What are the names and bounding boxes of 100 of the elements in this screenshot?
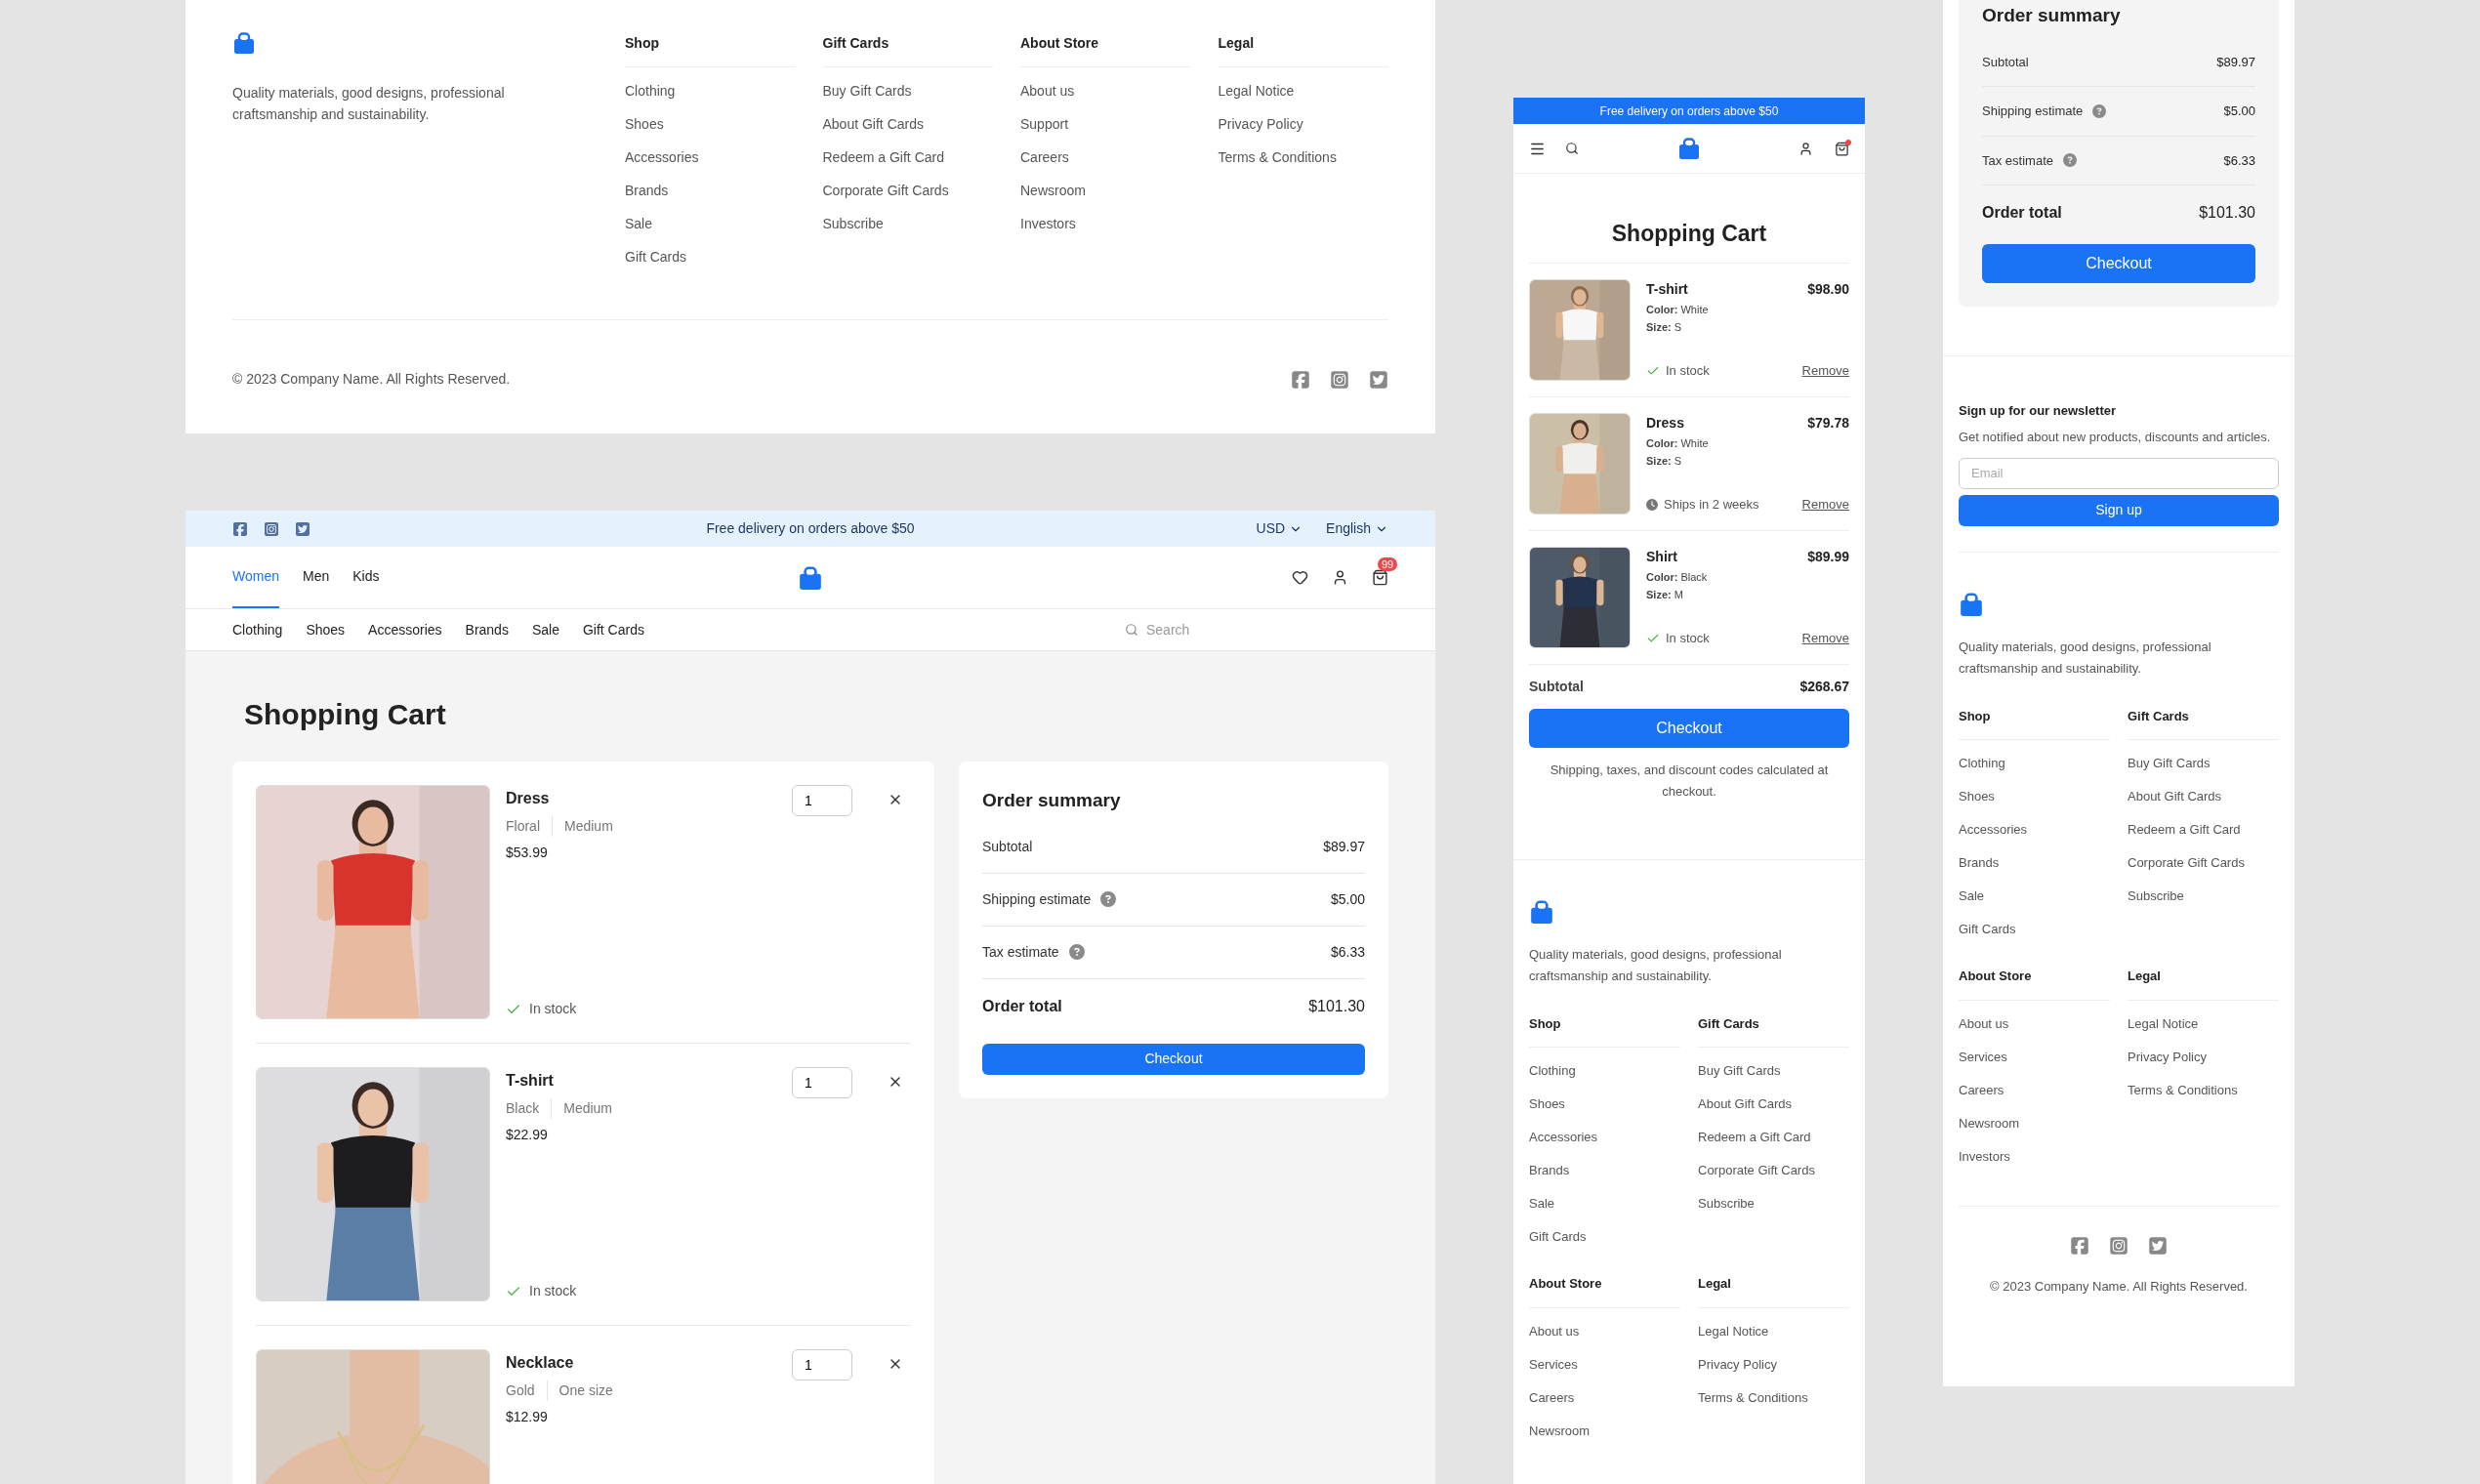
footer-link[interactable]: Redeem a Gift Card [1698, 1128, 1811, 1147]
category-link[interactable]: Gift Cards [582, 619, 644, 640]
footer-link[interactable]: Gift Cards [1529, 1227, 1587, 1247]
bag-icon[interactable] [1372, 569, 1388, 586]
footer-link[interactable]: Investors [1020, 214, 1076, 233]
product-name[interactable]: T-shirt [506, 1069, 613, 1092]
footer-link[interactable]: About us [1959, 1013, 2009, 1034]
logo-icon[interactable] [1677, 137, 1701, 160]
twitter-icon[interactable] [1369, 369, 1388, 390]
help-icon[interactable] [1100, 891, 1117, 907]
category-link[interactable]: Brands [465, 619, 509, 640]
instagram-icon[interactable] [264, 520, 279, 537]
footer-link[interactable]: Gift Cards [625, 247, 686, 267]
product-name[interactable]: Dress [1646, 412, 1684, 433]
logo-icon[interactable] [1959, 591, 1984, 617]
sign-up-button[interactable]: Sign up [1959, 494, 2279, 526]
footer-link[interactable]: Terms & Conditions [1218, 147, 1337, 167]
instagram-icon[interactable] [2109, 1235, 2129, 1256]
footer-link[interactable]: Clothing [625, 81, 676, 101]
bag-icon[interactable] [1835, 141, 1849, 156]
footer-link[interactable]: Legal Notice [1698, 1321, 1769, 1341]
facebook-icon[interactable] [1291, 369, 1310, 390]
footer-link[interactable]: Accessories [1959, 820, 2028, 840]
footer-link[interactable]: Shoes [1959, 787, 1995, 806]
category-link[interactable]: Accessories [368, 619, 442, 640]
footer-link[interactable]: About Gift Cards [2128, 787, 2222, 806]
product-name[interactable]: Dress [506, 787, 613, 810]
footer-link[interactable]: About us [1529, 1321, 1580, 1341]
instagram-icon[interactable] [1330, 369, 1349, 390]
nav-tab[interactable]: Men [303, 547, 330, 608]
twitter-icon[interactable] [2148, 1235, 2168, 1256]
footer-link[interactable]: Brands [1959, 853, 2000, 873]
email-field[interactable]: Email [1959, 457, 2279, 489]
quantity-field[interactable]: 1 [792, 785, 852, 816]
twitter-icon[interactable] [295, 520, 310, 537]
footer-link[interactable]: Sale [625, 214, 653, 233]
product-name[interactable]: Necklace [506, 1351, 613, 1375]
footer-link[interactable]: Careers [1020, 147, 1069, 167]
checkout-button[interactable]: Checkout [1982, 244, 2255, 283]
footer-link[interactable]: Services [1529, 1354, 1578, 1375]
footer-link[interactable]: Subscribe [822, 214, 884, 233]
help-icon[interactable] [2063, 153, 2077, 168]
footer-link[interactable]: Accessories [625, 147, 699, 167]
currency-select[interactable]: USD [1256, 518, 1303, 539]
footer-link[interactable]: Services [1959, 1047, 2007, 1067]
user-icon[interactable] [1798, 141, 1813, 156]
footer-link[interactable]: Careers [1529, 1387, 1575, 1408]
footer-link[interactable]: Brands [625, 181, 669, 200]
footer-link[interactable]: About us [1020, 81, 1075, 101]
footer-link[interactable]: Shoes [1529, 1094, 1565, 1114]
footer-link[interactable]: Clothing [1529, 1061, 1576, 1081]
logo-icon[interactable] [232, 31, 256, 55]
checkout-button[interactable]: Checkout [1529, 708, 1849, 748]
footer-link[interactable]: Corporate Gift Cards [822, 181, 949, 200]
footer-link[interactable]: Privacy Policy [1218, 114, 1303, 134]
footer-link[interactable]: Corporate Gift Cards [2128, 853, 2245, 873]
footer-link[interactable]: Corporate Gift Cards [1698, 1161, 1815, 1180]
category-link[interactable]: Sale [531, 619, 559, 640]
footer-link[interactable]: Privacy Policy [1698, 1354, 1777, 1375]
remove-link[interactable]: Remove [1801, 361, 1849, 381]
footer-link[interactable]: Buy Gift Cards [1698, 1061, 1781, 1081]
footer-link[interactable]: Clothing [1959, 754, 2005, 773]
checkout-button[interactable]: Checkout [982, 1043, 1365, 1075]
footer-link[interactable]: Subscribe [2128, 886, 2184, 906]
facebook-icon[interactable] [232, 520, 248, 537]
search-icon[interactable] [1565, 142, 1579, 155]
footer-link[interactable]: Newsroom [1020, 181, 1086, 200]
quantity-field[interactable]: 1 [792, 1349, 852, 1381]
footer-link[interactable]: Buy Gift Cards [822, 81, 912, 101]
remove-link[interactable]: Remove [1801, 495, 1849, 515]
footer-link[interactable]: Sale [1529, 1194, 1555, 1214]
help-icon[interactable] [2092, 103, 2107, 118]
heart-icon[interactable] [1292, 569, 1308, 586]
footer-link[interactable]: About Gift Cards [822, 114, 924, 134]
footer-link[interactable]: Subscribe [1698, 1194, 1755, 1214]
help-icon[interactable] [1068, 944, 1085, 960]
footer-link[interactable]: About Gift Cards [1698, 1094, 1793, 1114]
footer-link[interactable]: Legal Notice [2128, 1013, 2199, 1034]
facebook-icon[interactable] [2070, 1235, 2089, 1256]
footer-link[interactable]: Careers [1959, 1080, 2005, 1100]
footer-link[interactable]: Newsroom [1959, 1113, 2020, 1134]
quantity-field[interactable]: 1 [792, 1067, 852, 1098]
product-name[interactable]: Shirt [1646, 546, 1677, 567]
remove-link[interactable]: Remove [1801, 629, 1849, 648]
language-select[interactable]: English [1326, 518, 1388, 539]
footer-link[interactable]: Redeem a Gift Card [2128, 820, 2241, 840]
footer-link[interactable]: Shoes [625, 114, 664, 134]
footer-link[interactable]: Brands [1529, 1161, 1570, 1180]
footer-link[interactable]: Terms & Conditions [2128, 1080, 2238, 1100]
footer-link[interactable]: Newsroom [1529, 1421, 1591, 1441]
footer-link[interactable]: Terms & Conditions [1698, 1387, 1808, 1408]
footer-link[interactable]: Sale [1959, 886, 1985, 906]
logo-icon[interactable] [798, 564, 823, 591]
category-link[interactable]: Shoes [306, 619, 346, 640]
nav-tab[interactable]: Kids [352, 547, 380, 608]
footer-link[interactable]: Legal Notice [1218, 81, 1295, 101]
product-name[interactable]: T-shirt [1646, 278, 1688, 300]
footer-link[interactable]: Redeem a Gift Card [822, 147, 944, 167]
footer-link[interactable]: Investors [1959, 1146, 2010, 1167]
category-link[interactable]: Clothing [232, 619, 283, 640]
